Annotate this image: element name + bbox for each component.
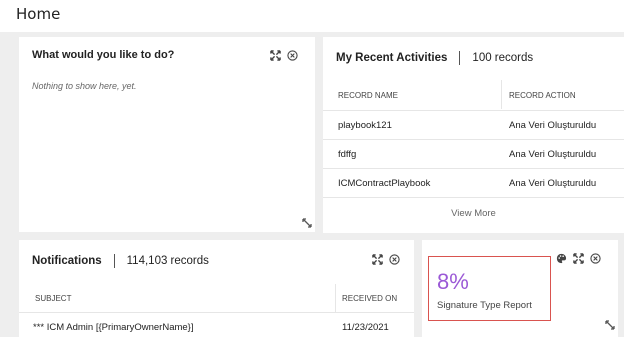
resize-handle-icon[interactable] [302, 218, 312, 228]
divider [459, 51, 461, 65]
card-header: Notifications 114,103 records [32, 254, 209, 268]
record-count: 114,103 records [126, 255, 209, 267]
record-action: Ana Veri Oluşturuldu [509, 178, 597, 189]
table-row[interactable]: playbook121 Ana Veri Oluşturuldu [323, 110, 624, 139]
actions-card: What would you like to do? Nothing to sh… [19, 37, 315, 232]
expand-icon[interactable] [372, 254, 383, 265]
page-header: Home [0, 0, 624, 32]
resize-handle-icon[interactable] [605, 320, 615, 330]
table-header-row: RECORD NAME RECORD ACTION [323, 80, 624, 110]
kpi-highlight-box[interactable]: 8% Signature Type Report [428, 256, 551, 321]
view-more-link[interactable]: View More [323, 208, 624, 219]
close-circle-icon[interactable] [287, 50, 298, 61]
table-row[interactable]: fdffg Ana Veri Oluşturuldu [323, 139, 624, 168]
record-count: 100 records [472, 52, 534, 64]
activities-table: RECORD NAME RECORD ACTION playbook121 An… [323, 80, 624, 226]
card-title: Notifications [32, 255, 102, 267]
column-header-record-name[interactable]: RECORD NAME [338, 91, 398, 100]
column-header-subject[interactable]: SUBJECT [35, 294, 71, 303]
palette-icon[interactable] [556, 253, 567, 264]
divider [113, 254, 115, 268]
expand-icon[interactable] [573, 253, 584, 264]
empty-state-text: Nothing to show here, yet. [32, 81, 137, 91]
close-circle-icon[interactable] [590, 253, 601, 264]
column-header-record-action[interactable]: RECORD ACTION [509, 91, 576, 100]
expand-icon[interactable] [270, 50, 281, 61]
record-name[interactable]: ICMContractPlaybook [338, 178, 430, 189]
card-title: My Recent Activities [336, 52, 448, 64]
record-name[interactable]: playbook121 [338, 120, 392, 131]
kpi-label: Signature Type Report [437, 300, 532, 311]
notifications-card: Notifications 114,103 records SUBJECT RE… [19, 240, 414, 337]
record-action: Ana Veri Oluşturuldu [509, 120, 597, 131]
record-action: Ana Veri Oluşturuldu [509, 149, 597, 160]
notification-subject[interactable]: *** ICM Admin [{PrimaryOwnerName}] [33, 322, 194, 333]
kpi-value: 8% [437, 269, 469, 294]
close-circle-icon[interactable] [389, 254, 400, 265]
signature-report-card: 8% Signature Type Report [422, 240, 618, 337]
table-row[interactable]: ICMContractPlaybook Ana Veri Oluşturuldu [323, 168, 624, 197]
notification-date: 11/23/2021 [342, 322, 389, 333]
column-header-received-on[interactable]: RECEIVED ON [342, 294, 397, 303]
recent-activities-card: My Recent Activities 100 records RECORD … [323, 37, 624, 233]
card-header: My Recent Activities 100 records [336, 51, 533, 65]
actions-card-title: What would you like to do? [32, 49, 175, 61]
page-title: Home [16, 5, 61, 23]
record-name[interactable]: fdffg [338, 149, 356, 160]
